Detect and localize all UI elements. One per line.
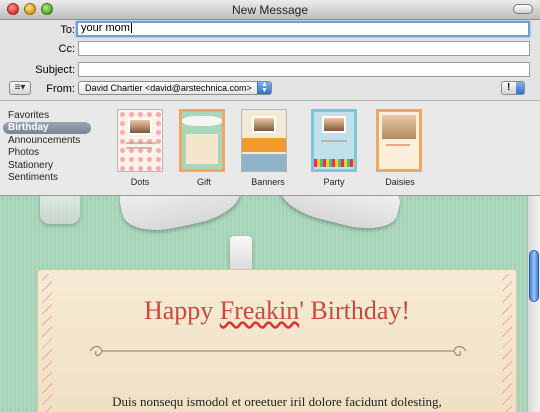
card-body-text[interactable]: Duis nonsequ ismodol et oreetuer iril do…	[38, 394, 516, 410]
scrollbar-thumb[interactable]	[529, 250, 539, 302]
to-label: To:	[60, 24, 75, 36]
template-gift[interactable]	[179, 109, 225, 172]
category-announcements[interactable]: Announcements	[8, 135, 80, 146]
cc-label: Cc:	[58, 43, 76, 55]
to-value: your mom	[81, 22, 130, 34]
misspelled-word[interactable]: Freakin	[220, 296, 299, 325]
template-banners-label: Banners	[251, 177, 285, 187]
vertical-scrollbar[interactable]	[527, 196, 540, 412]
updown-arrows-icon: ▲ ▼	[257, 82, 271, 94]
thumbnail-banner	[242, 154, 286, 171]
category-birthday[interactable]: Birthday	[3, 122, 91, 134]
priority-label: !	[507, 82, 511, 93]
to-field[interactable]: your mom	[76, 21, 530, 37]
thumbnail-text-line	[321, 140, 347, 142]
dropdown-arrow-icon	[516, 82, 524, 94]
text-caret	[130, 23, 132, 34]
template-banners[interactable]	[241, 109, 287, 172]
message-header: To: your mom Cc: Subject: ≡▾ From: David…	[0, 20, 540, 100]
thumbnail-photo	[322, 116, 346, 133]
gift-ribbon-loop	[40, 196, 80, 224]
category-favorites[interactable]: Favorites	[8, 110, 49, 121]
from-label: From:	[46, 83, 75, 95]
thumbnail-banner	[242, 138, 286, 152]
template-dots-label: Dots	[130, 177, 150, 187]
thumbnail-text-line	[386, 144, 410, 146]
thumbnail-text-line	[126, 142, 156, 144]
thumbnail-text-line	[126, 147, 152, 149]
thumbnail-photo	[252, 116, 276, 133]
template-party[interactable]	[311, 109, 357, 172]
thumbnail-confetti	[314, 159, 354, 167]
template-daisies-label: Daisies	[385, 177, 415, 187]
birthday-card: Happy Freakin' Birthday! Duis nonsequ is…	[37, 269, 517, 412]
card-border-decoration	[502, 274, 512, 412]
from-select[interactable]: David Chartier <david@arstechnica.com> ▲…	[78, 81, 272, 95]
stationery-pane: Favorites Birthday Announcements Photos …	[0, 100, 540, 196]
flourish-divider	[89, 346, 467, 356]
card-title-part: Happy	[143, 296, 220, 325]
category-photos[interactable]: Photos	[8, 147, 39, 158]
category-stationery[interactable]: Stationery	[8, 160, 53, 171]
from-value: David Chartier <david@arstechnica.com>	[85, 83, 252, 93]
toolbar-toggle-button[interactable]	[513, 4, 533, 14]
window-title: New Message	[231, 3, 309, 17]
subject-field[interactable]	[78, 62, 530, 77]
ribbon-bow-icon	[182, 116, 222, 126]
template-gift-label: Gift	[196, 177, 211, 187]
thumbnail-photo	[382, 115, 416, 139]
title-bar: New Message	[0, 0, 540, 20]
template-dots[interactable]	[117, 109, 163, 172]
card-title[interactable]: Happy Freakin' Birthday!	[38, 296, 516, 326]
card-border-decoration	[42, 274, 52, 412]
template-party-label: Party	[323, 177, 345, 187]
thumbnail-photo	[128, 118, 152, 135]
message-body[interactable]: Happy Freakin' Birthday! Duis nonsequ is…	[0, 196, 527, 412]
subject-label: Subject:	[35, 64, 75, 76]
cc-field[interactable]	[78, 41, 530, 56]
category-sentiments[interactable]: Sentiments	[8, 172, 58, 183]
card-title-part: ' Birthday!	[299, 296, 411, 325]
priority-button[interactable]: !	[501, 81, 525, 95]
template-daisies[interactable]	[376, 109, 422, 172]
thumbnail-card	[186, 134, 218, 164]
